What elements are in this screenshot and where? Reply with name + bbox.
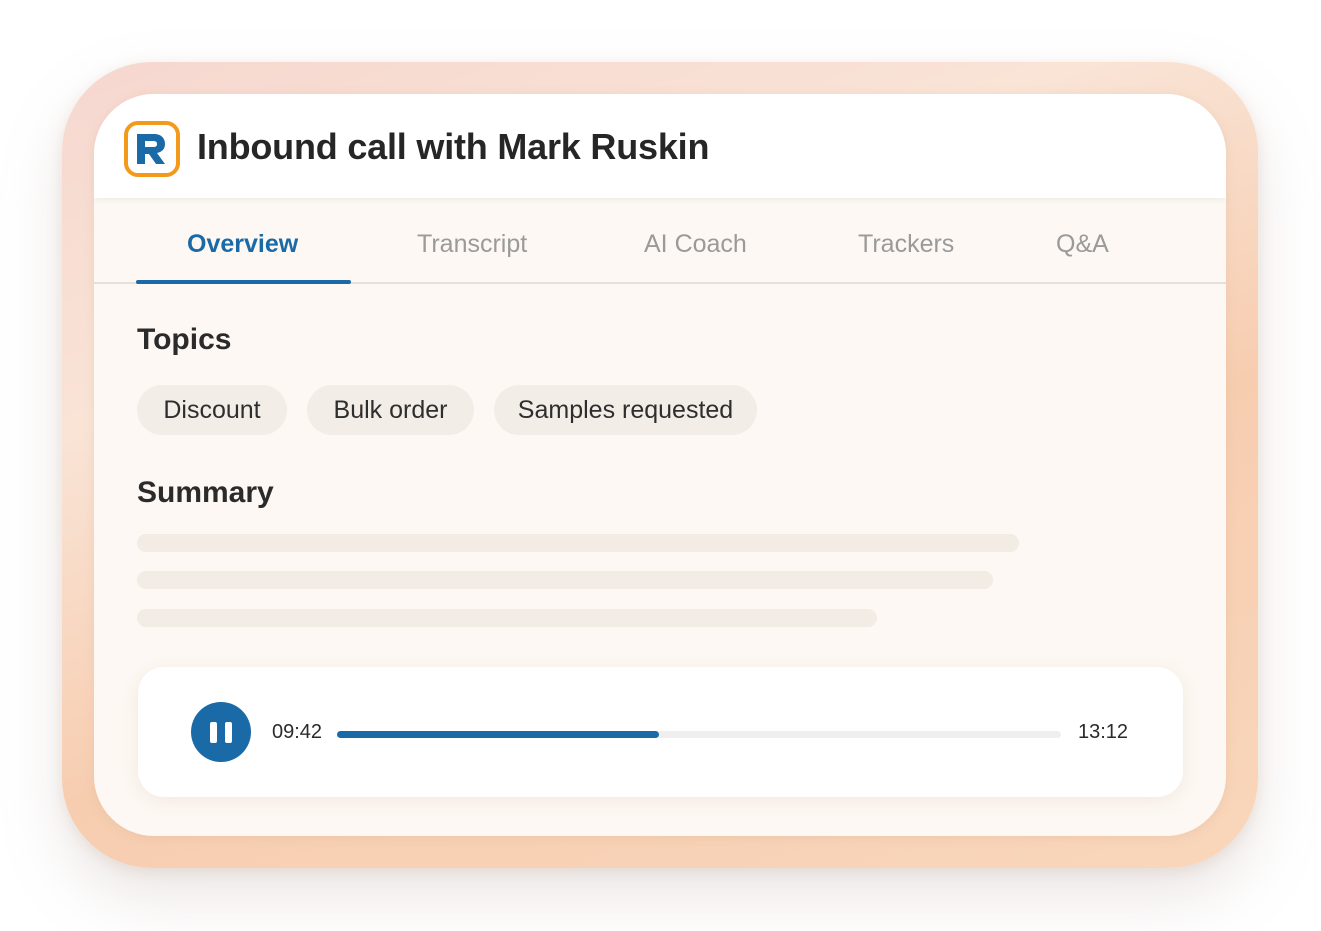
topic-chip[interactable]: Samples requested [494,385,757,435]
pause-icon [210,722,217,743]
tab-overview[interactable]: Overview [187,230,298,259]
progress-track[interactable] [337,731,1061,738]
topic-chip[interactable]: Bulk order [307,385,474,435]
pause-button[interactable] [191,702,251,762]
summary-placeholder-line [137,609,877,627]
audio-player: 09:42 13:12 [138,667,1183,797]
summary-placeholder-line [137,571,993,589]
logo-r-icon [137,134,165,164]
current-time: 09:42 [272,721,323,743]
tab-transcript[interactable]: Transcript [417,230,527,259]
card-header: Inbound call with Mark Ruskin [94,94,1226,198]
topic-chip[interactable]: Discount [137,385,287,435]
progress-fill [337,731,660,738]
summary-heading: Summary [137,476,274,509]
tab-qa[interactable]: Q&A [1056,230,1109,259]
tab-bar: Overview Transcript AI Coach Trackers Q&… [94,198,1226,284]
tab-trackers[interactable]: Trackers [858,230,954,259]
tab-ai-coach[interactable]: AI Coach [644,230,747,259]
pause-icon-bar [225,722,232,743]
active-tab-indicator [136,280,351,284]
page-title: Inbound call with Mark Ruskin [197,126,710,167]
app-logo [124,121,180,177]
topics-heading: Topics [137,323,232,356]
summary-placeholder-line [137,534,1019,552]
total-time: 13:12 [1078,721,1129,743]
call-card: Inbound call with Mark Ruskin Overview T… [94,94,1226,836]
